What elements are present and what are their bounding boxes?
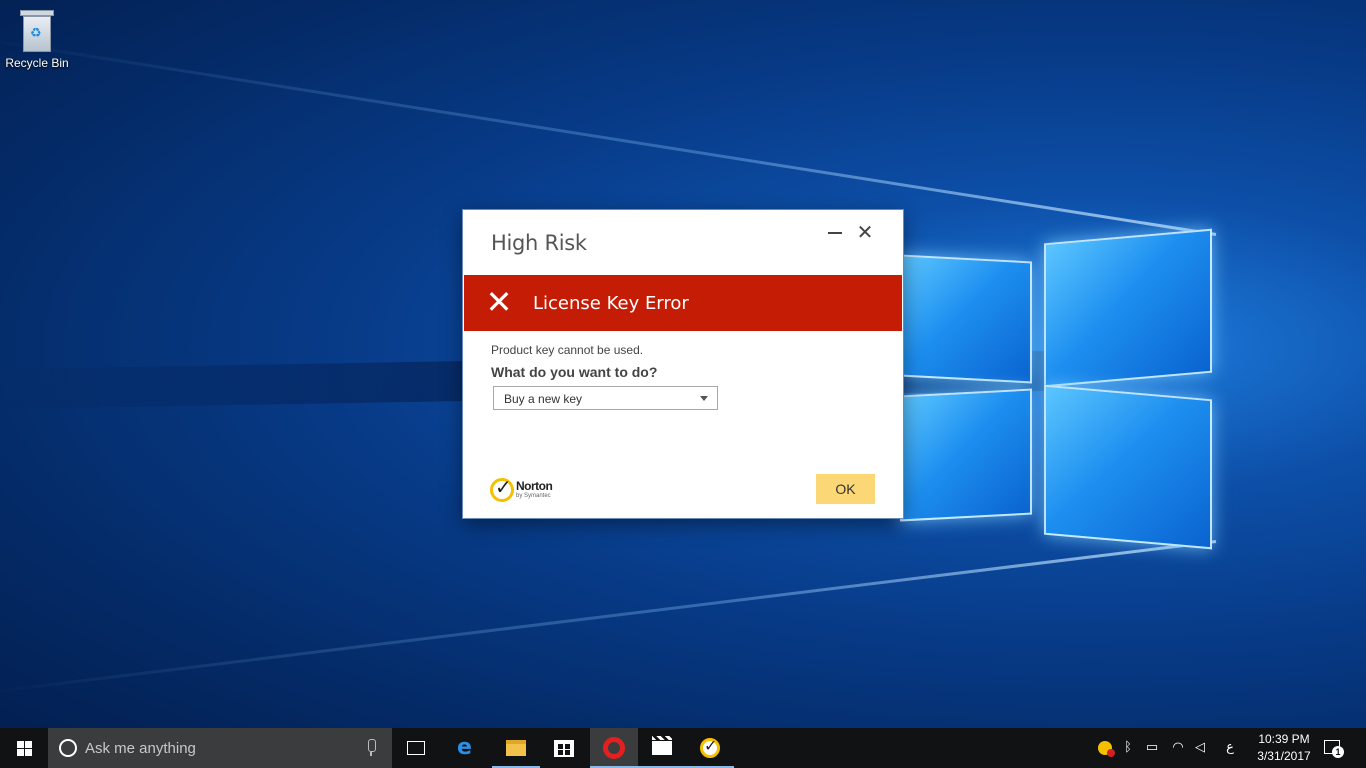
- error-banner: ✕ License Key Error: [464, 275, 902, 331]
- logo-pane: [900, 388, 1032, 522]
- desktop-icon-recycle-bin[interactable]: ♻ Recycle Bin: [4, 6, 70, 70]
- norton-logo-sub: by Symantec: [516, 493, 551, 499]
- norton-tray-icon[interactable]: [1098, 741, 1115, 757]
- action-center-button[interactable]: 1: [1322, 738, 1344, 758]
- taskbar-app-file-explorer[interactable]: [492, 728, 540, 768]
- opera-icon: [603, 737, 625, 759]
- norton-icon: [700, 736, 720, 758]
- search-placeholder: Ask me anything: [85, 740, 196, 757]
- start-button[interactable]: [0, 728, 48, 768]
- taskbar: Ask me anything e ᛒ ▭ ◠ ◁ ع 10:39 PM 3/3…: [0, 728, 1366, 768]
- windows-logo-wallpaper: [900, 228, 1220, 550]
- recycle-symbol: ♻: [30, 26, 42, 41]
- clock-time: 10:39 PM: [1258, 732, 1310, 746]
- cortana-icon: [59, 739, 77, 757]
- taskbar-app-opera[interactable]: [590, 728, 638, 768]
- clapperboard-icon: [652, 736, 672, 755]
- edge-icon: e: [457, 735, 472, 760]
- recycle-bin-icon: ♻: [20, 10, 54, 52]
- action-question: What do you want to do?: [491, 364, 658, 380]
- file-explorer-icon: [506, 740, 526, 756]
- norton-logo-name: Norton: [516, 479, 553, 493]
- close-button[interactable]: ✕: [855, 222, 875, 242]
- error-message: Product key cannot be used.: [491, 343, 644, 357]
- store-icon: [554, 740, 574, 757]
- keyboard-language[interactable]: ع: [1222, 740, 1238, 756]
- norton-logo: Norton by Symantec: [490, 475, 570, 504]
- desktop-icon-label: Recycle Bin: [5, 56, 69, 70]
- minimize-button[interactable]: [825, 222, 845, 242]
- wallpaper-ray: [0, 37, 1217, 236]
- action-dropdown[interactable]: Buy a new key: [493, 386, 718, 410]
- bluetooth-icon[interactable]: ᛒ: [1120, 740, 1136, 756]
- ok-button[interactable]: OK: [816, 474, 875, 504]
- taskbar-app-norton[interactable]: [686, 728, 734, 768]
- windows-start-icon: [17, 741, 33, 756]
- norton-dialog: High Risk ✕ ✕ License Key Error Product …: [463, 210, 903, 518]
- norton-check-icon: [490, 475, 514, 502]
- error-x-icon: ✕: [485, 283, 513, 321]
- clock-date: 3/31/2017: [1257, 749, 1311, 763]
- taskbar-app-edge[interactable]: e: [443, 728, 491, 768]
- volume-icon[interactable]: ◁: [1192, 740, 1208, 756]
- logo-pane: [1044, 228, 1212, 388]
- action-dropdown-value: Buy a new key: [504, 392, 583, 406]
- dialog-title: High Risk: [491, 231, 587, 255]
- task-view-button[interactable]: [392, 728, 440, 768]
- error-banner-title: License Key Error: [533, 293, 689, 314]
- search-box[interactable]: Ask me anything: [48, 728, 392, 768]
- chevron-down-icon: [700, 396, 708, 401]
- clock[interactable]: 10:39 PM 3/31/2017: [1244, 731, 1324, 765]
- logo-pane: [900, 254, 1032, 384]
- taskbar-app-store[interactable]: [540, 728, 588, 768]
- wallpaper-ray: [0, 540, 1217, 696]
- microphone-icon[interactable]: [366, 739, 376, 757]
- taskbar-app-movies[interactable]: [638, 728, 686, 768]
- notification-count-badge: 1: [1332, 746, 1344, 758]
- task-view-icon: [407, 741, 425, 755]
- logo-pane: [1044, 384, 1212, 550]
- wifi-icon[interactable]: ◠: [1170, 740, 1186, 756]
- battery-icon[interactable]: ▭: [1144, 740, 1160, 756]
